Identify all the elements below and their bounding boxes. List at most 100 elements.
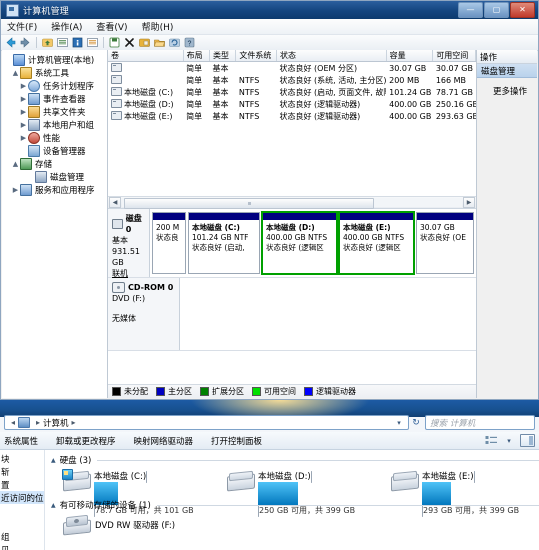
preview-pane-icon[interactable]	[520, 434, 535, 447]
delete-icon[interactable]	[123, 36, 136, 49]
column-header-layout[interactable]: 布局	[183, 50, 209, 62]
close-button[interactable]: ✕	[510, 2, 535, 18]
nav-item-2[interactable]: 置	[0, 478, 44, 491]
toolbar-uninstall-change-program[interactable]: 卸载或更改程序	[56, 435, 116, 447]
breadcrumb-computer[interactable]: 计算机	[43, 417, 69, 429]
column-header-volume[interactable]: 卷	[108, 50, 183, 62]
action-more-actions[interactable]: 更多操作	[477, 84, 537, 97]
navigation-tree[interactable]: 计算机管理(本地) ▲ 系统工具 ▶ 任务计划程序 ▶ 事件查看器	[2, 50, 108, 398]
tree-item-local-users-groups[interactable]: ▶ 本地用户和组	[4, 118, 107, 131]
tree-item-device-manager[interactable]: 设备管理器	[4, 144, 107, 157]
view-dropdown-icon[interactable]: ▾	[503, 437, 515, 445]
column-header-type[interactable]: 类型	[210, 50, 236, 62]
help-icon[interactable]: ?	[183, 36, 196, 49]
folder-open-icon[interactable]	[153, 36, 166, 49]
nav-item-recent-places[interactable]: 近访问的位置	[0, 491, 44, 504]
tree-twisty[interactable]: ▶	[19, 134, 28, 142]
refresh-icon[interactable]	[168, 36, 181, 49]
partition-oem[interactable]: 30.07 GB 状态良好 (OE	[416, 212, 474, 274]
scroll-left-icon[interactable]: ◀	[109, 197, 121, 208]
drive-item-c[interactable]: 本地磁盘 (C:) 78.7 GB 可用，共 101 GB	[63, 470, 203, 493]
tree-item-shared-folders[interactable]: ▶ 共享文件夹	[4, 105, 107, 118]
refresh-icon[interactable]: ↻	[409, 418, 423, 428]
partition-d[interactable]: 本地磁盘 (D:) 400.00 GB NTFS 状态良好 (逻辑区	[262, 212, 337, 274]
table-row[interactable]: 本地磁盘 (D:) 简单 基本 NTFS 状态良好 (逻辑驱动器) 400.00…	[108, 98, 476, 110]
drive-item-e[interactable]: 本地磁盘 (E:) 293 GB 可用，共 399 GB	[391, 470, 531, 493]
partition-e[interactable]: 本地磁盘 (E:) 400.00 GB NTFS 状态良好 (逻辑区	[339, 212, 414, 274]
back-arrow-icon[interactable]	[4, 36, 17, 49]
properties-icon[interactable]	[71, 36, 84, 49]
column-header-free[interactable]: 可用空间	[433, 50, 476, 62]
address-dropdown-icon[interactable]: ▾	[393, 419, 405, 427]
partition-system-reserved[interactable]: 200 M 状态良	[152, 212, 186, 274]
tree-twisty[interactable]: ▶	[19, 121, 28, 129]
nav-item-0[interactable]: 块	[0, 452, 44, 465]
breadcrumb-back-icon[interactable]: ◂	[11, 418, 15, 427]
maximize-button[interactable]: ▢	[484, 2, 509, 18]
column-header-filesystem[interactable]: 文件系统	[236, 50, 277, 62]
volume-list-horizontal-scrollbar[interactable]: ◀ ▶	[108, 196, 476, 208]
tree-item-storage[interactable]: ▲ 存储	[4, 157, 107, 170]
table-row[interactable]: 本地磁盘 (E:) 简单 基本 NTFS 状态良好 (逻辑驱动器) 400.00…	[108, 110, 476, 122]
tree-item-computer-management[interactable]: 计算机管理(本地)	[4, 53, 107, 66]
tree-twisty[interactable]: ▶	[19, 108, 28, 116]
nav-item-7[interactable]: 贝	[0, 543, 44, 550]
nav-item-4[interactable]	[0, 504, 44, 517]
table-row[interactable]: 本地磁盘 (C:) 简单 基本 NTFS 状态良好 (启动, 页面文件, 故障转…	[108, 86, 476, 98]
scroll-thumb[interactable]	[124, 198, 374, 209]
table-row[interactable]: 简单 基本 NTFS 状态良好 (系统, 活动, 主分区) 200 MB 166…	[108, 74, 476, 86]
scroll-right-icon[interactable]: ▶	[463, 197, 475, 208]
folder-properties-icon[interactable]	[138, 36, 151, 49]
graphical-disk-view: 磁盘 0 基本 931.51 GB 联机 200 M 状态良	[108, 209, 476, 398]
menu-view[interactable]: 查看(V)	[96, 20, 127, 33]
tree-item-services-applications[interactable]: ▶ 服务和应用程序	[4, 183, 107, 196]
toolbar-system-properties[interactable]: 系统属性	[4, 435, 38, 447]
tree-twisty[interactable]: ▶	[19, 82, 28, 90]
address-bar[interactable]: ◂ ▸ 计算机 ▸ ▾	[4, 415, 409, 430]
column-header-status[interactable]: 状态	[276, 50, 386, 62]
show-list-icon[interactable]	[56, 36, 69, 49]
minimize-button[interactable]: —	[458, 2, 483, 18]
tree-twisty[interactable]: ▲	[11, 69, 20, 77]
tree-item-performance[interactable]: ▶ 性能	[4, 131, 107, 144]
disk-row-1[interactable]: CD-ROM 0 DVD (F:) 无媒体	[108, 278, 476, 351]
column-header-capacity[interactable]: 容量	[386, 50, 433, 62]
partition-c[interactable]: 本地磁盘 (C:) 101.24 GB NTF 状态良好 (启动,	[188, 212, 260, 274]
save-icon[interactable]	[108, 36, 121, 49]
menu-help[interactable]: 帮助(H)	[142, 20, 174, 33]
collapse-triangle-icon[interactable]: ▲	[51, 502, 56, 509]
up-folder-icon[interactable]	[41, 36, 54, 49]
menu-action[interactable]: 操作(A)	[51, 20, 82, 33]
menu-file[interactable]: 文件(F)	[7, 20, 37, 33]
toolbar-map-network-drive[interactable]: 映射网络驱动器	[134, 435, 194, 447]
tree-twisty[interactable]: ▶	[19, 95, 28, 103]
breadcrumb-separator[interactable]: ▸	[36, 418, 40, 427]
toolbar-open-control-panel[interactable]: 打开控制面板	[211, 435, 262, 447]
nav-item-6[interactable]: 组	[0, 530, 44, 543]
change-view-icon[interactable]	[485, 435, 498, 446]
device-item-dvd[interactable]: DVD RW 驱动器 (F:)	[63, 515, 539, 534]
group-header-hard-disks[interactable]: ▲ 硬盘 (3)	[51, 454, 539, 466]
tree-item-task-scheduler[interactable]: ▶ 任务计划程序	[4, 79, 107, 92]
detail-list-icon[interactable]	[86, 36, 99, 49]
tree-item-system-tools[interactable]: ▲ 系统工具	[4, 66, 107, 79]
collapse-triangle-icon[interactable]: ▲	[51, 457, 56, 464]
cm-body: 计算机管理(本地) ▲ 系统工具 ▶ 任务计划程序 ▶ 事件查看器	[2, 50, 537, 398]
tree-item-disk-management[interactable]: 磁盘管理	[4, 170, 107, 183]
drive-item-d[interactable]: 本地磁盘 (D:) 250 GB 可用，共 399 GB	[227, 470, 367, 493]
search-input[interactable]: 搜索 计算机	[425, 415, 535, 430]
table-row[interactable]: 简单 基本 状态良好 (OEM 分区) 30.07 GB 30.07 GB	[108, 62, 476, 75]
scroll-track[interactable]	[122, 198, 462, 207]
tree-twisty[interactable]: ▶	[11, 186, 20, 194]
tree-item-event-viewer[interactable]: ▶ 事件查看器	[4, 92, 107, 105]
tree-twisty[interactable]: ▲	[11, 160, 20, 168]
nav-item-5[interactable]	[0, 517, 44, 530]
disk-row-0[interactable]: 磁盘 0 基本 931.51 GB 联机 200 M 状态良	[108, 209, 476, 278]
breadcrumb-separator-2[interactable]: ▸	[72, 418, 76, 427]
forward-arrow-icon[interactable]	[19, 36, 32, 49]
action-disk-management[interactable]: 磁盘管理	[477, 64, 537, 78]
volume-table[interactable]: 卷 布局 类型 文件系统 状态 容量 可用空间	[108, 50, 476, 122]
navigation-pane[interactable]: 块 斩 置 近访问的位置 组 贝	[0, 450, 45, 550]
nav-item-1[interactable]: 斩	[0, 465, 44, 478]
cell-type: 基本	[210, 98, 236, 110]
